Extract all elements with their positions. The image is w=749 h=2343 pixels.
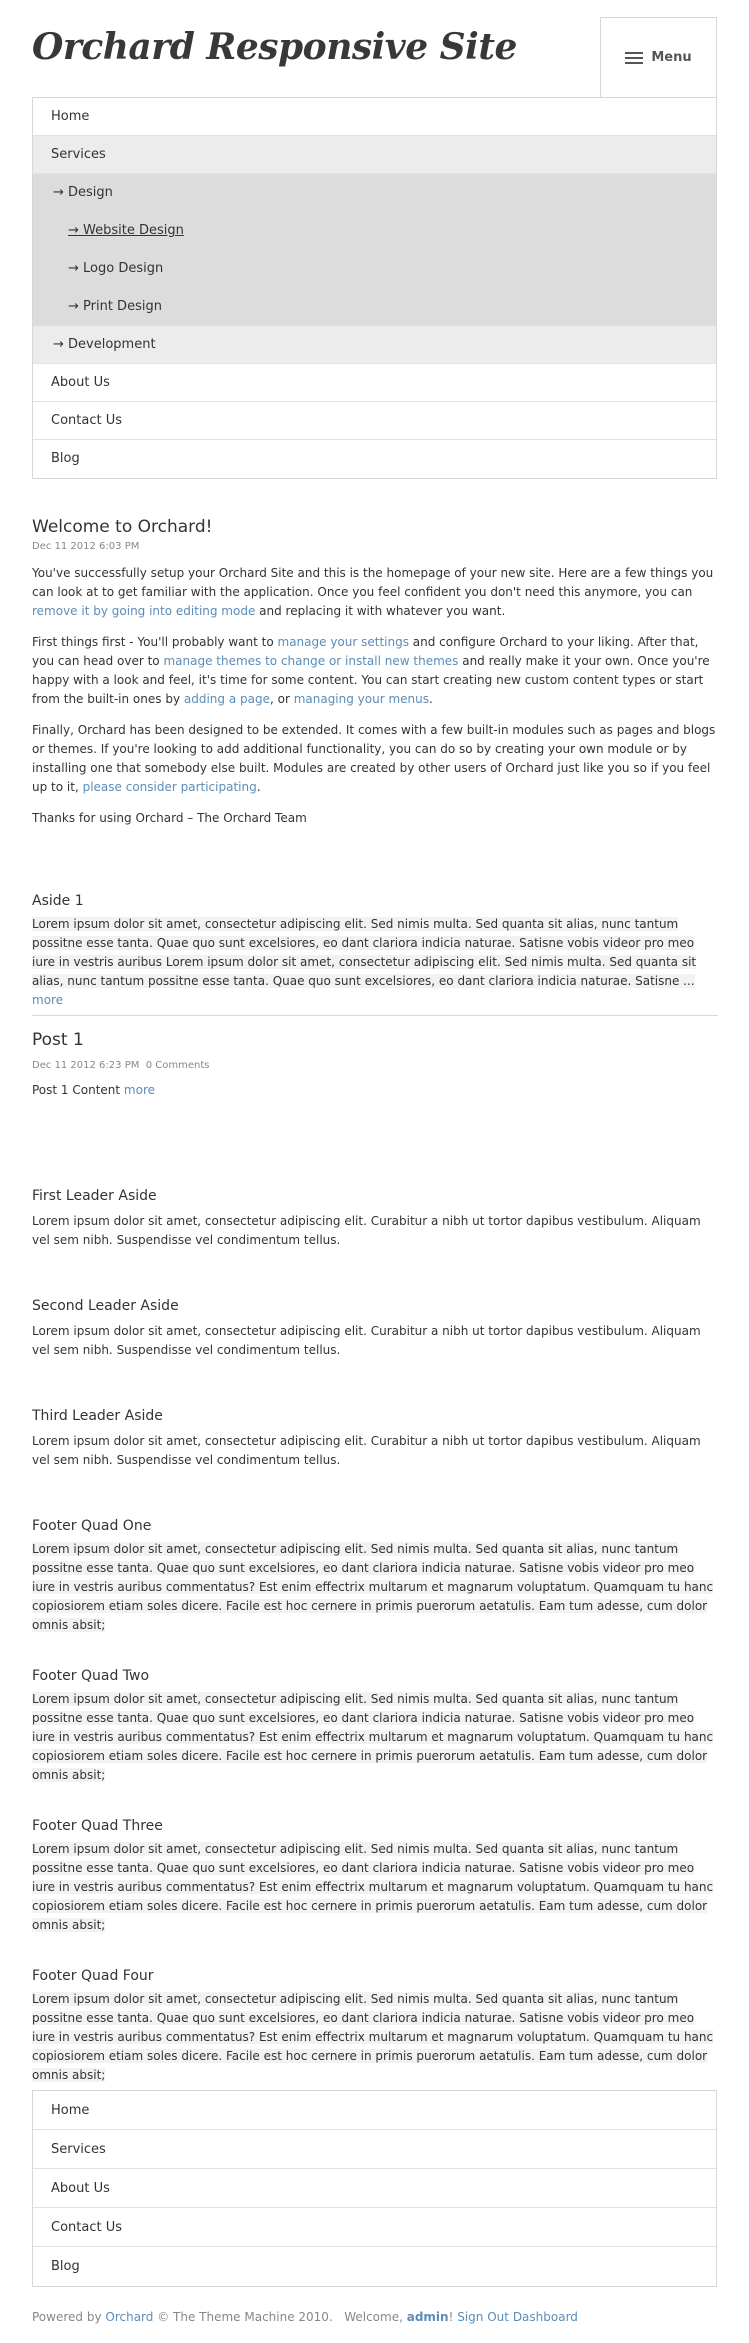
aside-1-title: Aside 1 bbox=[32, 893, 84, 909]
nav-label: About Us bbox=[51, 375, 110, 390]
footer-quad-text: Lorem ipsum dolor sit amet, consectetur … bbox=[32, 1542, 714, 1632]
orchard-link[interactable]: Orchard bbox=[105, 2310, 153, 2324]
remove-it-link[interactable]: remove it by going into editing mode bbox=[32, 604, 255, 618]
nav-item-about-us[interactable]: About Us bbox=[33, 364, 716, 402]
welcome-paragraph-3: Finally, Orchard has been designed to be… bbox=[32, 723, 716, 794]
footer-nav-home[interactable]: Home bbox=[33, 2091, 716, 2130]
post-title[interactable]: Post 1 bbox=[32, 1030, 718, 1050]
footer-nav-contact-us[interactable]: Contact Us bbox=[33, 2208, 716, 2247]
menu-label: Menu bbox=[651, 50, 692, 65]
site-title[interactable]: Orchard Responsive Site bbox=[32, 26, 517, 68]
post-content: Post 1 Content more bbox=[32, 1083, 156, 1097]
footer-navigation: Home Services About Us Contact Us Blog bbox=[32, 2090, 717, 2287]
footer-quad-title: Footer Quad One bbox=[32, 1518, 152, 1534]
nav-label: → Design bbox=[53, 185, 113, 200]
aside-1-text: Lorem ipsum dolor sit amet, consectetur … bbox=[32, 917, 697, 1007]
site-footer: Powered by Orchard © The Theme Machine 2… bbox=[32, 2310, 578, 2324]
hamburger-icon bbox=[625, 51, 644, 64]
footer-quad-title: Footer Quad Four bbox=[32, 1968, 154, 1984]
nav-item-services[interactable]: Services bbox=[33, 136, 716, 174]
nav-label: Services bbox=[51, 147, 106, 162]
leader-title: Second Leader Aside bbox=[32, 1298, 179, 1314]
user-name: admin bbox=[406, 2310, 449, 2324]
managing-menus-link[interactable]: managing your menus bbox=[294, 692, 429, 706]
welcome-title: Welcome to Orchard! bbox=[32, 517, 213, 537]
nav-item-contact-us[interactable]: Contact Us bbox=[33, 402, 716, 440]
post-meta: Dec 11 2012 6:23 PM 0 Comments bbox=[32, 1060, 210, 1071]
nav-item-print-design[interactable]: → Print Design bbox=[33, 288, 716, 326]
menu-toggle-button[interactable]: Menu bbox=[600, 17, 717, 97]
nav-label: Contact Us bbox=[51, 413, 122, 428]
leader-text: Lorem ipsum dolor sit amet, consectetur … bbox=[32, 1324, 701, 1357]
nav-label: Contact Us bbox=[51, 2220, 122, 2235]
welcome-paragraph-2: First things first - You'll probably wan… bbox=[32, 635, 710, 706]
footer-nav-services[interactable]: Services bbox=[33, 2130, 716, 2169]
adding-page-link[interactable]: adding a page bbox=[184, 692, 270, 706]
aside-1: Aside 1 Lorem ipsum dolor sit amet, cons… bbox=[32, 893, 718, 1010]
aside-more-link[interactable]: more bbox=[32, 993, 63, 1007]
footer-nav-blog[interactable]: Blog bbox=[33, 2247, 716, 2286]
footer-quad-title: Footer Quad Three bbox=[32, 1818, 163, 1834]
footer-quad-text: Lorem ipsum dolor sit amet, consectetur … bbox=[32, 1842, 714, 1932]
leader-text: Lorem ipsum dolor sit amet, consectetur … bbox=[32, 1214, 701, 1247]
leader-title: Third Leader Aside bbox=[32, 1408, 163, 1424]
nav-item-website-design[interactable]: → Website Design bbox=[33, 212, 716, 250]
footer-quad-four: Footer Quad Four Lorem ipsum dolor sit a… bbox=[32, 1968, 718, 2085]
nav-label: Home bbox=[51, 2103, 90, 2118]
leader-title: First Leader Aside bbox=[32, 1188, 157, 1204]
footer-nav-about-us[interactable]: About Us bbox=[33, 2169, 716, 2208]
footer-quad-title: Footer Quad Two bbox=[32, 1668, 150, 1684]
manage-themes-link[interactable]: manage themes to change or install new t… bbox=[163, 654, 458, 668]
manage-settings-link[interactable]: manage your settings bbox=[278, 635, 409, 649]
nav-label: About Us bbox=[51, 2181, 110, 2196]
footer-quad-two: Footer Quad Two Lorem ipsum dolor sit am… bbox=[32, 1668, 718, 1785]
welcome-paragraph-1: You've successfully setup your Orchard S… bbox=[32, 566, 714, 618]
footer-quad-three: Footer Quad Three Lorem ipsum dolor sit … bbox=[32, 1818, 718, 1935]
footer-quad-text: Lorem ipsum dolor sit amet, consectetur … bbox=[32, 1692, 714, 1782]
nav-label: → Website Design bbox=[68, 223, 184, 238]
nav-item-logo-design[interactable]: → Logo Design bbox=[33, 250, 716, 288]
dashboard-link[interactable]: Dashboard bbox=[513, 2310, 578, 2324]
nav-item-design[interactable]: → Design bbox=[33, 174, 716, 212]
nav-label: Blog bbox=[51, 451, 80, 466]
leader-aside-first: First Leader Aside Lorem ipsum dolor sit… bbox=[32, 1188, 718, 1250]
footer-quad-text: Lorem ipsum dolor sit amet, consectetur … bbox=[32, 1992, 714, 2082]
footer-quad-one: Footer Quad One Lorem ipsum dolor sit am… bbox=[32, 1518, 718, 1635]
nav-label: → Development bbox=[53, 337, 156, 352]
leader-text: Lorem ipsum dolor sit amet, consectetur … bbox=[32, 1434, 701, 1467]
welcome-date: Dec 11 2012 6:03 PM bbox=[32, 541, 140, 552]
nav-item-home[interactable]: Home bbox=[33, 98, 716, 136]
nav-label: → Print Design bbox=[68, 299, 162, 314]
main-navigation: Home Services → Design → Website Design … bbox=[32, 97, 717, 479]
post-comments: 0 Comments bbox=[145, 1060, 210, 1071]
nav-label: Blog bbox=[51, 2259, 80, 2274]
welcome-signoff: Thanks for using Orchard – The Orchard T… bbox=[32, 811, 307, 825]
leader-aside-second: Second Leader Aside Lorem ipsum dolor si… bbox=[32, 1298, 718, 1360]
nav-label: Home bbox=[51, 109, 90, 124]
welcome-article: Welcome to Orchard! Dec 11 2012 6:03 PM … bbox=[32, 517, 718, 828]
divider bbox=[32, 1015, 718, 1016]
nav-item-development[interactable]: → Development bbox=[33, 326, 716, 364]
nav-label: → Logo Design bbox=[68, 261, 164, 276]
consider-participating-link[interactable]: please consider participating bbox=[83, 780, 257, 794]
post-more-link[interactable]: more bbox=[124, 1083, 155, 1097]
nav-label: Services bbox=[51, 2142, 106, 2157]
blog-post: Post 1 Dec 11 2012 6:23 PM 0 Comments Po… bbox=[32, 1030, 718, 1097]
nav-item-blog[interactable]: Blog bbox=[33, 440, 716, 478]
leader-aside-third: Third Leader Aside Lorem ipsum dolor sit… bbox=[32, 1408, 718, 1470]
sign-out-link[interactable]: Sign Out bbox=[457, 2310, 509, 2324]
